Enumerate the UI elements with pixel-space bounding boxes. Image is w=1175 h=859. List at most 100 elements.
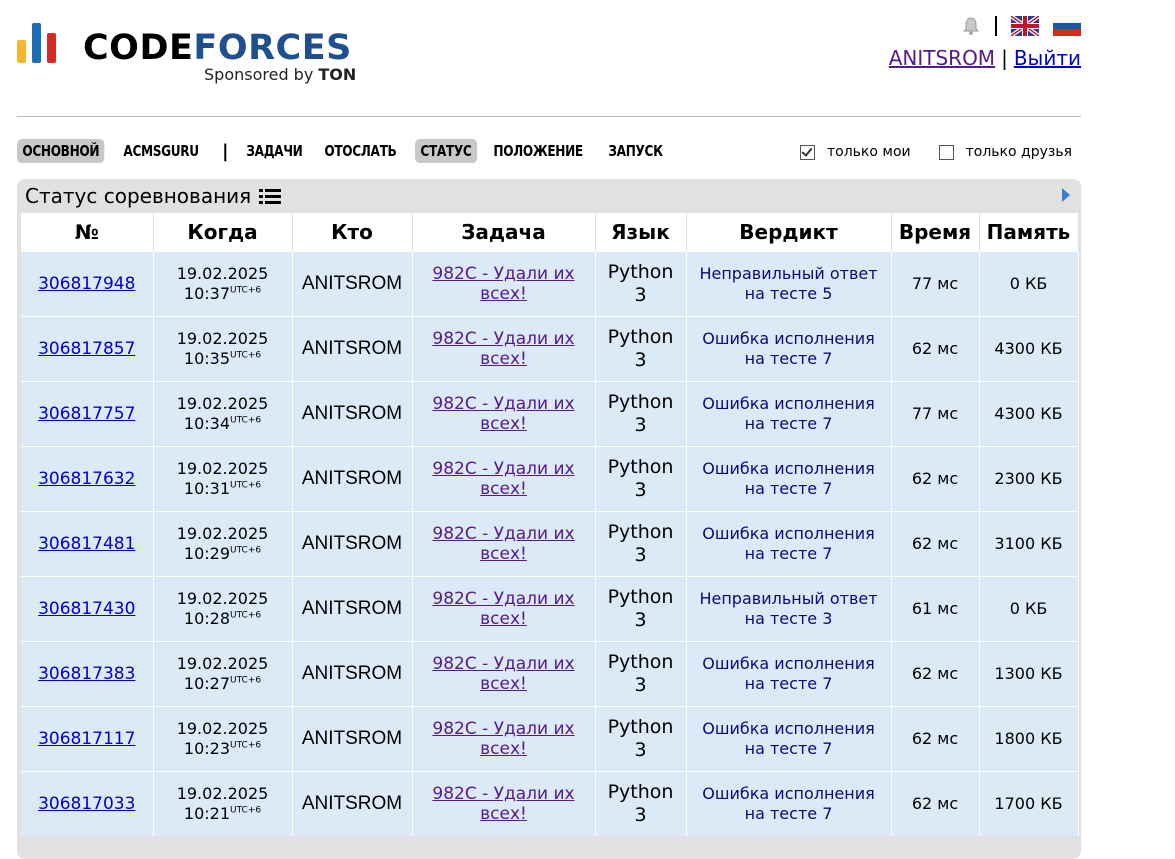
menu-item-main[interactable]: ОСНОВНОЙ xyxy=(17,139,105,163)
col-header-when: Когда xyxy=(153,213,293,252)
when-time: 10:35 xyxy=(183,349,230,368)
submission-id-cell: 306817033 xyxy=(21,771,154,836)
verdict-line2: на тесте 7 xyxy=(744,349,833,368)
ru-flag-icon[interactable] xyxy=(1052,15,1082,36)
problem-link-line1: 982C - Удали их xyxy=(432,719,575,739)
submission-id-link[interactable]: 306817117 xyxy=(38,729,135,749)
problem-link-line2: всех! xyxy=(480,349,527,369)
submission-id-link[interactable]: 306817948 xyxy=(38,274,135,294)
submission-id-link[interactable]: 306817857 xyxy=(38,339,135,359)
menu-separator: | xyxy=(221,140,229,162)
verdict-cell[interactable]: Ошибка исполнения на тесте 7 xyxy=(686,641,892,707)
problem-cell: 982C - Удали их всех! xyxy=(412,771,596,836)
verdict-cell[interactable]: Ошибка исполнения на тесте 7 xyxy=(686,511,892,577)
logo-bar-blue xyxy=(32,23,41,63)
only-mine-label: только мои xyxy=(827,144,911,160)
submission-id-cell: 306817632 xyxy=(21,446,154,512)
when-timezone: UTC+6 xyxy=(230,285,262,296)
status-title-text: Статус соревнования xyxy=(25,184,252,208)
submission-id-link[interactable]: 306817757 xyxy=(38,404,135,424)
problem-link[interactable]: 982C - Удали их всех! xyxy=(432,329,574,369)
user-handle[interactable]: ANITSROM xyxy=(302,598,402,619)
when-timezone: UTC+6 xyxy=(230,545,262,556)
submission-id-link[interactable]: 306817033 xyxy=(38,794,135,814)
verdict-cell[interactable]: Ошибка исполнения на тесте 7 xyxy=(686,771,892,836)
lang-name: Python xyxy=(607,521,674,543)
verdict-cell[interactable]: Ошибка исполнения на тесте 7 xyxy=(686,381,892,447)
submission-id-link[interactable]: 306817481 xyxy=(38,534,135,554)
menu-item-submit[interactable]: ОТОСЛАТЬ xyxy=(319,139,402,163)
when-date: 19.02.2025 xyxy=(176,654,269,673)
uk-flag-icon[interactable] xyxy=(1009,14,1041,38)
verdict-cell[interactable]: Ошибка исполнения на тесте 7 xyxy=(686,316,892,382)
table-row: 306817948 19.02.2025 10:37UTC+6 ANITSROM 982… xyxy=(21,251,1079,317)
lang-name: Python xyxy=(607,391,674,413)
verdict-cell[interactable]: Ошибка исполнения на тесте 7 xyxy=(686,446,892,512)
only-mine-checkbox[interactable] xyxy=(800,144,815,160)
table-row: 306817632 19.02.2025 10:31UTC+6 ANITSROM 982… xyxy=(21,446,1079,512)
lang-cell: Python 3 xyxy=(595,316,687,382)
user-handle[interactable]: ANITSROM xyxy=(302,728,402,749)
who-cell: ANITSROM xyxy=(292,641,413,707)
problem-cell: 982C - Удали их всех! xyxy=(412,511,596,577)
lang-name: Python xyxy=(607,716,674,738)
bell-icon[interactable] xyxy=(961,16,981,36)
when-time: 10:29 xyxy=(183,544,230,563)
verdict-line2: на тесте 7 xyxy=(744,674,833,693)
only-friends-checkbox[interactable] xyxy=(938,144,954,160)
logo-word-forces: FORCES xyxy=(193,28,352,68)
expand-arrow-icon[interactable] xyxy=(1061,187,1071,203)
only-friends-label: только друзья xyxy=(965,144,1072,160)
codeforces-logo[interactable]: CODEFORCES Sponsored by TON xyxy=(17,23,377,85)
submission-id-link[interactable]: 306817430 xyxy=(38,599,135,619)
user-handle[interactable]: ANITSROM xyxy=(302,338,402,359)
menu-item-problems[interactable]: ЗАДАЧИ xyxy=(241,139,308,163)
when-timezone: UTC+6 xyxy=(230,350,262,361)
verdict-line1: Ошибка исполнения xyxy=(702,524,875,543)
header-divider xyxy=(17,116,1081,117)
sponsor-prefix: Sponsored by xyxy=(204,65,319,84)
problem-link[interactable]: 982C - Удали их всех! xyxy=(432,589,574,629)
list-icon xyxy=(259,187,282,205)
verdict-cell[interactable]: Неправильный ответ на тесте 5 xyxy=(686,251,892,317)
user-handle[interactable]: ANITSROM xyxy=(302,533,402,554)
when-cell: 19.02.2025 10:35UTC+6 xyxy=(153,316,293,382)
user-handle[interactable]: ANITSROM xyxy=(302,273,402,294)
problem-link[interactable]: 982C - Удали их всех! xyxy=(432,459,574,499)
problem-link-line2: всех! xyxy=(480,284,527,304)
problem-link[interactable]: 982C - Удали их всех! xyxy=(432,654,574,694)
lang-name: Python xyxy=(607,651,674,673)
lang-cell: Python 3 xyxy=(595,576,687,642)
verdict-cell[interactable]: Неправильный ответ на тесте 3 xyxy=(686,576,892,642)
user-handle[interactable]: ANITSROM xyxy=(302,403,402,424)
user-handle[interactable]: ANITSROM xyxy=(302,793,402,814)
when-date: 19.02.2025 xyxy=(176,719,269,738)
lang-cell: Python 3 xyxy=(595,511,687,577)
problem-link[interactable]: 982C - Удали их всех! xyxy=(432,394,574,434)
when-date: 19.02.2025 xyxy=(176,329,269,348)
submission-id-link[interactable]: 306817632 xyxy=(38,469,135,489)
when-time: 10:34 xyxy=(183,414,230,433)
memory-cell: 1700 КБ xyxy=(979,771,1079,836)
problem-link[interactable]: 982C - Удали их всех! xyxy=(432,264,574,304)
when-date: 19.02.2025 xyxy=(176,264,269,283)
problem-link[interactable]: 982C - Удали их всех! xyxy=(432,784,574,824)
menu-item-acmsguru[interactable]: ACMSGURU xyxy=(118,139,204,163)
filter-only-mine[interactable]: только мои xyxy=(800,144,911,160)
logout-link[interactable]: Выйти xyxy=(1014,46,1081,70)
menu-item-custom-invocation[interactable]: ЗАПУСК xyxy=(603,139,668,163)
user-handle-link[interactable]: ANITSROM xyxy=(889,46,995,70)
submission-id-link[interactable]: 306817383 xyxy=(38,664,135,684)
menu-item-status[interactable]: СТАТУС xyxy=(414,139,477,163)
problem-link[interactable]: 982C - Удали их всех! xyxy=(432,524,574,564)
menu-item-standings[interactable]: ПОЛОЖЕНИЕ xyxy=(488,139,588,163)
col-header-id[interactable]: № xyxy=(21,213,154,252)
problem-link[interactable]: 982C - Удали их всех! xyxy=(432,719,574,759)
verdict-cell[interactable]: Ошибка исполнения на тесте 7 xyxy=(686,706,892,772)
verdict-line1: Ошибка исполнения xyxy=(702,394,875,413)
sponsor-brand: TON xyxy=(318,65,357,84)
filter-only-friends[interactable]: только друзья xyxy=(938,144,1072,160)
verdict-line1: Неправильный ответ xyxy=(699,589,878,608)
user-handle[interactable]: ANITSROM xyxy=(302,663,402,684)
user-handle[interactable]: ANITSROM xyxy=(302,468,402,489)
